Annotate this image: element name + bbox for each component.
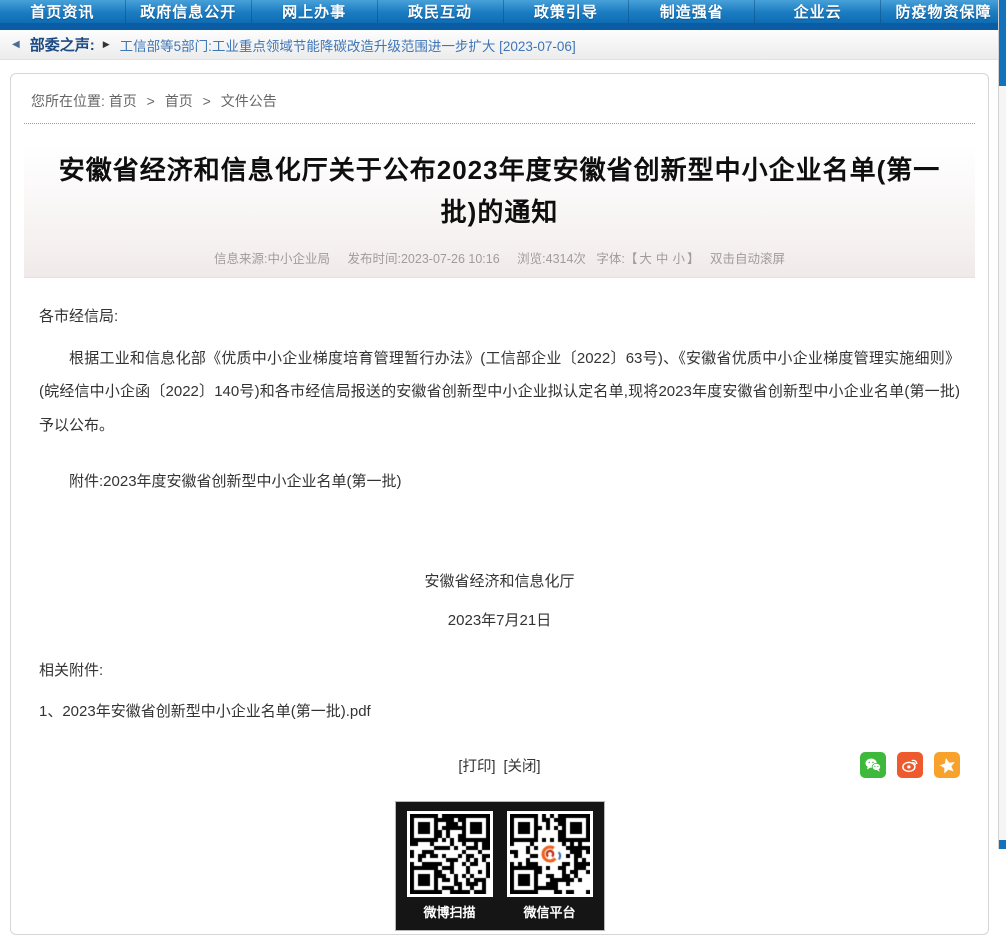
article-title-banner: 安徽省经济和信息化厅关于公布2023年度安徽省创新型中小企业名单(第一批)的通知… — [24, 134, 975, 278]
scrollbar-down-button[interactable] — [999, 840, 1006, 849]
nav-item-public-interaction[interactable]: 政民互动 — [378, 0, 504, 23]
breadcrumb-prefix: 您所在位置: — [31, 93, 105, 109]
favorite-star-button[interactable] — [934, 752, 960, 778]
weibo-share-button[interactable] — [897, 752, 923, 778]
font-size-large[interactable]: 大 — [639, 252, 652, 266]
breadcrumb: 您所在位置: 首页 > 首页 > 文件公告 — [11, 74, 988, 123]
attachment-pdf-link[interactable]: 1、2023年安徽省创新型中小企业名单(第一批).pdf — [39, 699, 960, 725]
meta-publish-time: 发布时间:2023-07-26 10:16 — [348, 252, 500, 266]
wechat-share-button[interactable] — [860, 752, 886, 778]
content-panel: 您所在位置: 首页 > 首页 > 文件公告 安徽省经济和信息化厅关于公布2023… — [10, 73, 989, 935]
nav-item-epidemic-supplies[interactable]: 防疫物资保障 — [881, 0, 1006, 23]
ministry-news-ticker: ◀ 部委之声: ▶ 工信部等5部门:工业重点领域节能降碳改造升级范围进一步扩大 … — [0, 30, 1006, 60]
weibo-icon — [901, 756, 919, 774]
wechat-icon — [864, 756, 882, 774]
ticker-label: 部委之声: — [30, 34, 95, 55]
nav-item-enterprise-cloud[interactable]: 企业云 — [755, 0, 881, 23]
breadcrumb-link-home[interactable]: 首页 — [109, 93, 137, 109]
page-title: 安徽省经济和信息化厅关于公布2023年度安徽省创新型中小企业名单(第一批)的通知 — [54, 149, 945, 233]
top-navigation: 首页资讯 政府信息公开 网上办事 政民互动 政策引导 制造强省 企业云 防疫物资… — [0, 0, 1006, 30]
weibo-qr-caption: 微博扫描 — [407, 902, 493, 921]
weibo-qr-code — [410, 814, 490, 894]
wechat-qr-caption: 微信平台 — [507, 902, 593, 921]
breadcrumb-current: 文件公告 — [221, 93, 277, 109]
breadcrumb-link-home-2[interactable]: 首页 — [165, 93, 193, 109]
wechat-qr-block: 微信平台 — [507, 811, 593, 921]
star-icon — [938, 756, 957, 775]
related-attachments-label: 相关附件: — [39, 658, 960, 684]
article-greeting: 各市经信局: — [39, 304, 960, 330]
meta-source: 信息来源:中小企业局 — [214, 252, 330, 266]
meta-autoscroll-hint: 双击自动滚屏 — [710, 252, 785, 266]
font-size-small[interactable]: 小 — [672, 252, 685, 266]
breadcrumb-separator: > — [203, 93, 211, 109]
meta-font-label: 字体:【 — [596, 252, 637, 266]
close-button[interactable]: [关闭] — [504, 759, 541, 775]
article-signature: 安徽省经济和信息化厅 — [39, 570, 960, 594]
article-body: 各市经信局: 根据工业和信息化部《优质中小企业梯度培育管理暂行办法》(工信部企业… — [11, 278, 988, 931]
font-size-medium[interactable]: 中 — [656, 252, 669, 266]
scrollbar — [998, 0, 1006, 849]
breadcrumb-separator: > — [147, 93, 155, 109]
nav-item-online-services[interactable]: 网上办事 — [252, 0, 378, 23]
ticker-prev-icon[interactable]: ◀ — [12, 39, 20, 50]
print-button[interactable]: [打印] — [458, 759, 495, 775]
nav-item-gov-info[interactable]: 政府信息公开 — [126, 0, 252, 23]
nav-item-policy-guidance[interactable]: 政策引导 — [504, 0, 630, 23]
wechat-qr-code — [510, 814, 590, 894]
meta-view-count: 浏览:4314次 — [517, 252, 586, 266]
nav-item-manufacturing-province[interactable]: 制造强省 — [629, 0, 755, 23]
share-icons — [860, 752, 960, 778]
dotted-divider — [24, 123, 975, 124]
weibo-qr-block: 微博扫描 — [407, 811, 493, 921]
qr-panel: 微博扫描 微信平台 — [395, 801, 605, 931]
ticker-next-icon[interactable]: ▶ — [103, 39, 110, 50]
meta-font-label-end: 】 — [687, 252, 700, 266]
article-actions: [打印] [关闭] — [39, 755, 960, 783]
article-date: 2023年7月21日 — [39, 609, 960, 633]
nav-item-home-news[interactable]: 首页资讯 — [0, 0, 126, 23]
article-meta: 信息来源:中小企业局 发布时间:2023-07-26 10:16 浏览:4314… — [24, 233, 975, 277]
scrollbar-thumb[interactable] — [999, 0, 1006, 86]
article-attachment-line: 附件:2023年度安徽省创新型中小企业名单(第一批) — [39, 469, 960, 495]
article-paragraph: 根据工业和信息化部《优质中小企业梯度培育管理暂行办法》(工信部企业〔2022〕6… — [39, 342, 960, 443]
ticker-news-link[interactable]: 工信部等5部门:工业重点领域节能降碳改造升级范围进一步扩大 [2023-07-0… — [120, 35, 576, 55]
